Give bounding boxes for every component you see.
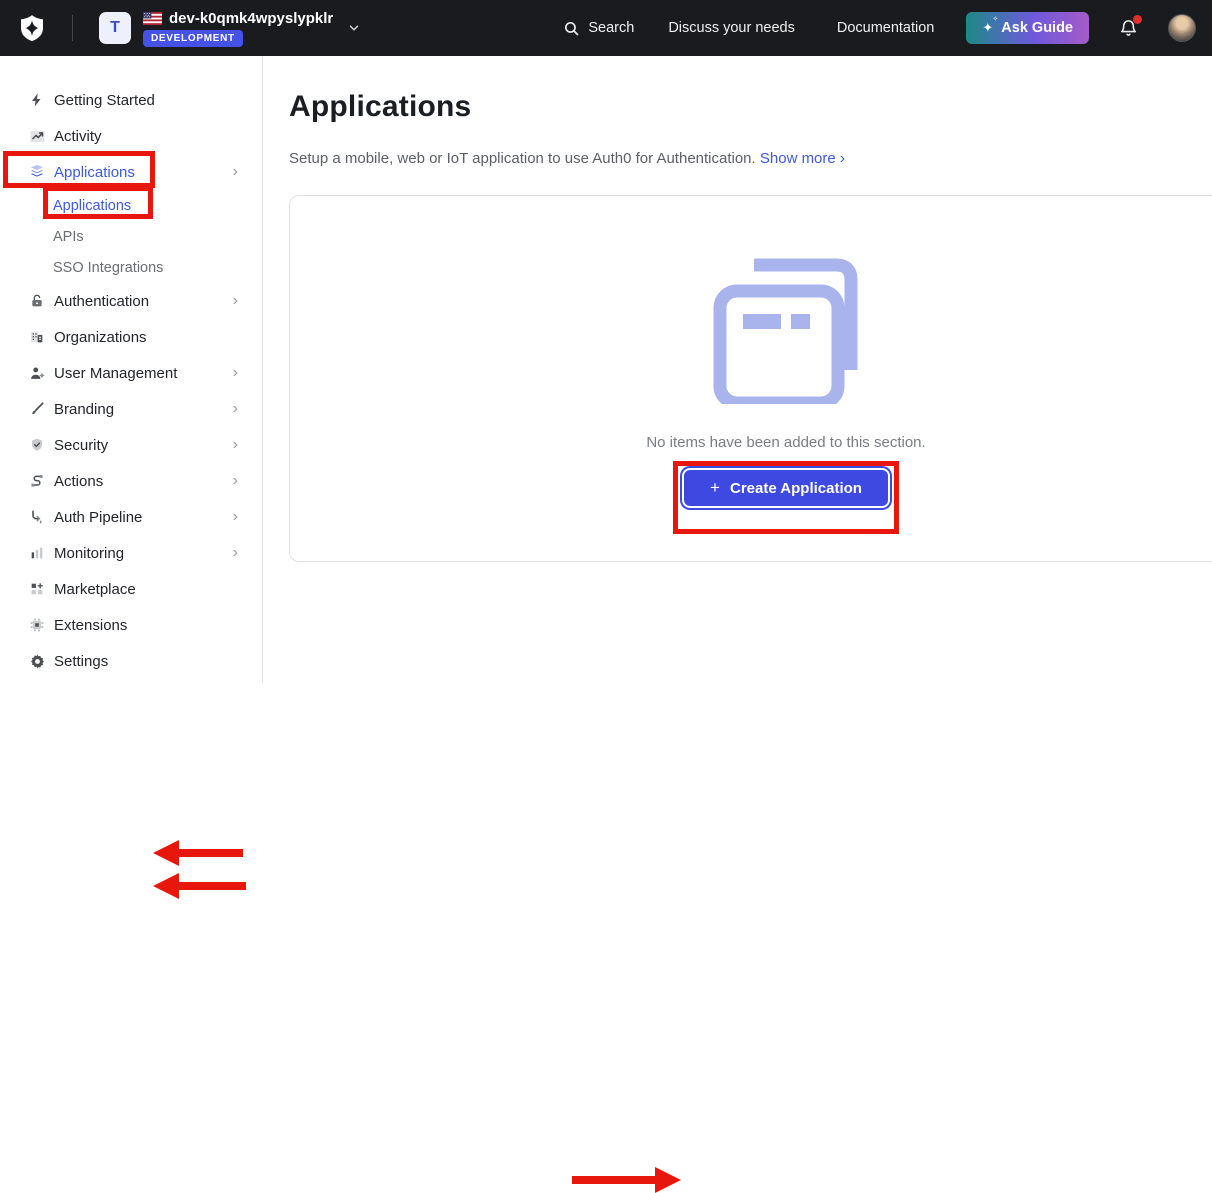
header-divider: [72, 15, 73, 41]
tenant-name: dev-k0qmk4wpyslypklr: [169, 10, 333, 27]
flow-icon: [28, 472, 46, 490]
search-icon: [563, 20, 580, 37]
chevron-right-icon: ›: [233, 437, 238, 453]
tenant-selector[interactable]: dev-k0qmk4wpyslypklr DEVELOPMENT: [143, 10, 333, 47]
sidebar-subitem-applications[interactable]: Applications: [0, 190, 262, 221]
plus-icon: +: [710, 478, 720, 498]
lock-icon: [28, 292, 46, 310]
chevron-down-icon[interactable]: [347, 21, 361, 35]
notification-dot: [1133, 15, 1142, 24]
sidebar-item-monitoring[interactable]: Monitoring ›: [0, 535, 262, 571]
activity-icon: [28, 127, 46, 145]
page-subtitle: Setup a mobile, web or IoT application t…: [289, 150, 1212, 168]
sidebar-subitem-sso-integrations[interactable]: SSO Integrations: [0, 252, 262, 283]
search-label: Search: [588, 20, 634, 36]
documentation-link[interactable]: Documentation: [837, 20, 935, 36]
notifications-button[interactable]: [1119, 18, 1138, 38]
brush-icon: [28, 400, 46, 418]
sidebar-item-authentication[interactable]: Authentication ›: [0, 283, 262, 319]
building-icon: [28, 328, 46, 346]
zap-icon: [28, 91, 46, 109]
chevron-right-icon: ›: [233, 473, 238, 489]
sidebar-item-applications[interactable]: Applications ›: [0, 154, 262, 190]
environment-badge: DEVELOPMENT: [143, 30, 243, 47]
sidebar-item-extensions[interactable]: Extensions: [0, 607, 262, 643]
bar-chart-icon: [28, 544, 46, 562]
tenant-avatar[interactable]: T: [99, 12, 131, 44]
chevron-right-icon: ›: [233, 509, 238, 525]
chevron-right-icon: ›: [233, 401, 238, 417]
search-button[interactable]: Search: [563, 20, 634, 37]
user-avatar[interactable]: [1168, 14, 1196, 42]
chevron-right-icon: ›: [840, 150, 845, 167]
user-gear-icon: [28, 364, 46, 382]
sidebar-subitem-apis[interactable]: APIs: [0, 221, 262, 252]
sidebar-item-settings[interactable]: Settings: [0, 643, 262, 679]
discuss-your-needs-link[interactable]: Discuss your needs: [668, 20, 795, 36]
chip-icon: [28, 616, 46, 634]
sidebar-nav: Getting Started Activity Applications › …: [0, 56, 263, 683]
chevron-right-icon: ›: [233, 365, 238, 381]
shield-check-icon: [28, 436, 46, 454]
page-title: Applications: [289, 90, 1212, 124]
show-more-link[interactable]: Show more›: [760, 150, 845, 167]
create-application-label: Create Application: [730, 480, 862, 497]
create-application-button[interactable]: + Create Application: [682, 468, 890, 508]
layers-icon: [28, 163, 46, 181]
sidebar-item-marketplace[interactable]: Marketplace: [0, 571, 262, 607]
auth0-shield-icon: [18, 14, 46, 42]
sidebar-item-branding[interactable]: Branding ›: [0, 391, 262, 427]
sidebar-item-security[interactable]: Security ›: [0, 427, 262, 463]
main-content: Applications Setup a mobile, web or IoT …: [263, 56, 1212, 683]
chevron-right-icon: ›: [233, 293, 238, 309]
grid-plus-icon: [28, 580, 46, 598]
empty-state-message: No items have been added to this section…: [290, 434, 1212, 451]
sidebar-item-auth-pipeline[interactable]: Auth Pipeline ›: [0, 499, 262, 535]
us-flag-icon: [143, 12, 162, 25]
pipeline-icon: [28, 508, 46, 526]
ask-guide-label: Ask Guide: [1001, 20, 1073, 36]
gear-icon: [28, 652, 46, 670]
auth0-logo[interactable]: [18, 14, 46, 42]
sidebar-item-activity[interactable]: Activity: [0, 118, 262, 154]
sidebar-item-organizations[interactable]: Organizations: [0, 319, 262, 355]
sidebar-item-user-management[interactable]: User Management ›: [0, 355, 262, 391]
sparkle-icon: ✦✧: [982, 21, 993, 36]
applications-empty-card: No items have been added to this section…: [289, 195, 1212, 562]
stacked-windows-icon: [710, 252, 862, 404]
sidebar-item-actions[interactable]: Actions ›: [0, 463, 262, 499]
chevron-icon: ›: [233, 164, 238, 180]
ask-guide-button[interactable]: ✦✧ Ask Guide: [966, 12, 1089, 44]
sidebar-item-getting-started[interactable]: Getting Started: [0, 82, 262, 118]
top-header: T dev-k0qmk4wpyslypklr: [0, 0, 1212, 56]
chevron-right-icon: ›: [233, 545, 238, 561]
